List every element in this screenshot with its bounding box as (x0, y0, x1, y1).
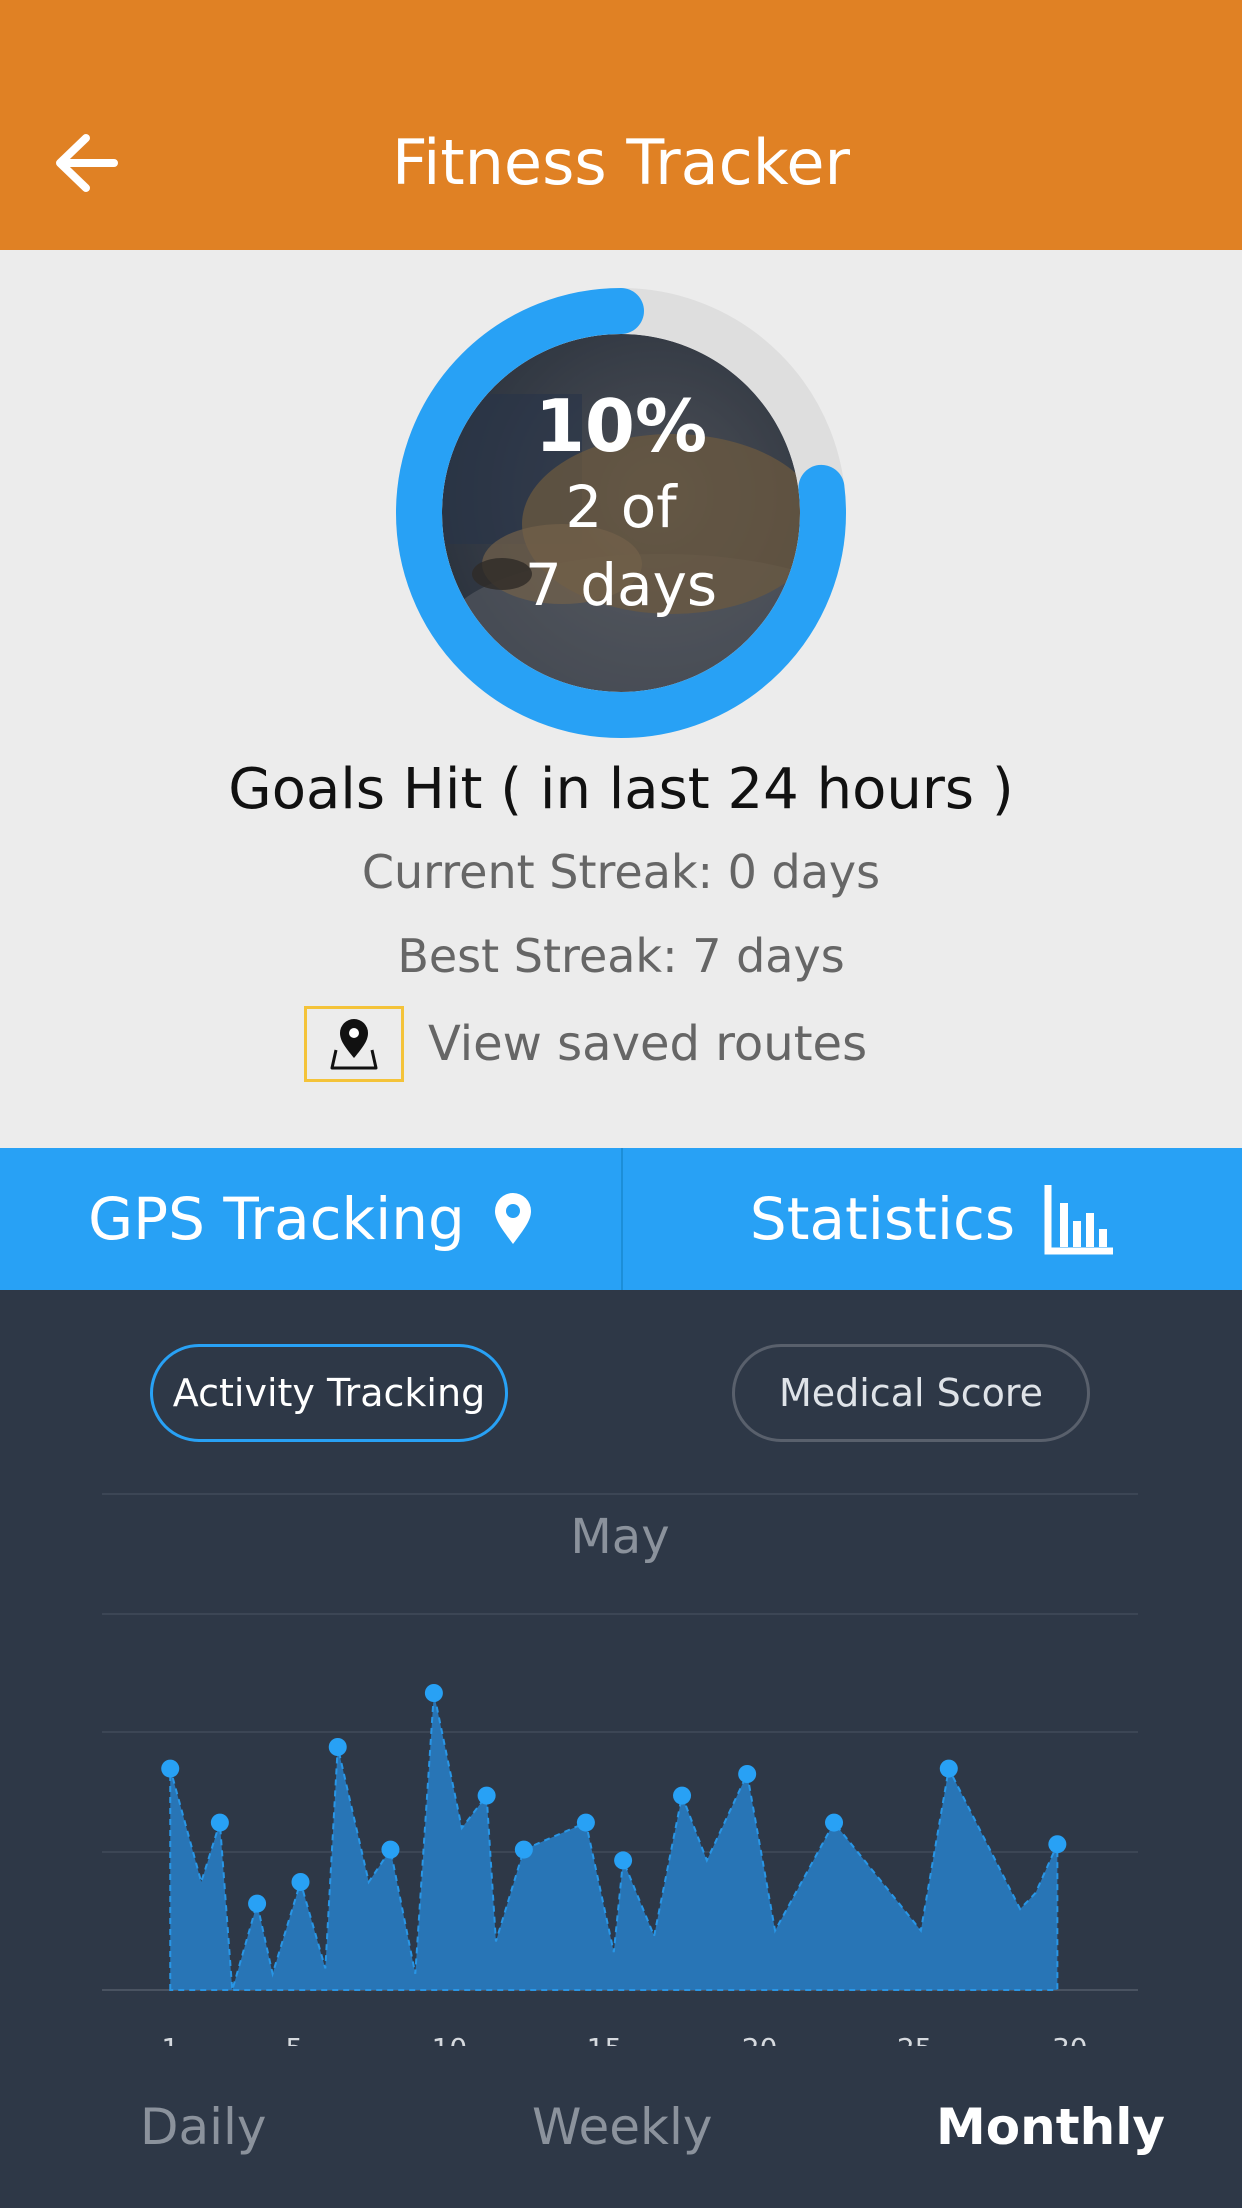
progress-ring: 10% 2 of 7 days (394, 286, 848, 740)
data-point (825, 1813, 844, 1832)
best-streak: Best Streak: 7 days (397, 929, 845, 983)
goals-title: Goals Hit ( in last 24 hours ) (228, 757, 1014, 822)
map-pin-icon (304, 1006, 404, 1082)
x-tick-label: 1 (161, 2032, 179, 2046)
activity-chart: May 151015202530 (102, 1493, 1138, 2046)
period-weekly-button[interactable]: Weekly (532, 2098, 712, 2156)
x-tick-label: 30 (1052, 2032, 1088, 2046)
activity-area (169, 1692, 1059, 1991)
data-point (161, 1759, 180, 1778)
data-point (248, 1894, 267, 1913)
statistics-panel: Activity Tracking Medical Score May 1510… (0, 1290, 1242, 2208)
data-point (673, 1786, 692, 1805)
data-point (210, 1813, 229, 1832)
data-point (514, 1840, 533, 1859)
x-tick-label: 10 (432, 2032, 468, 2046)
current-streak: Current Streak: 0 days (361, 845, 881, 899)
data-point (939, 1759, 958, 1778)
view-saved-routes-button[interactable]: View saved routes (304, 1006, 867, 1082)
goal-percent: 10% (534, 384, 708, 468)
tab-statistics-label: Statistics (749, 1185, 1016, 1253)
activity-tracking-button[interactable]: Activity Tracking (150, 1344, 508, 1442)
ring-center-text: 10% 2 of 7 days (442, 334, 800, 692)
data-point (424, 1684, 443, 1702)
data-point (477, 1786, 496, 1805)
routes-label: View saved routes (428, 1016, 868, 1072)
tab-gps-tracking[interactable]: GPS Tracking (0, 1148, 621, 1290)
data-point (738, 1765, 757, 1783)
app-header: Fitness Tracker (0, 0, 1242, 250)
data-point (381, 1840, 400, 1859)
x-tick-label: 5 (285, 2032, 303, 2046)
tab-gps-label: GPS Tracking (88, 1185, 465, 1253)
data-point (576, 1813, 595, 1832)
x-tick-label: 15 (587, 2032, 623, 2046)
tab-bar: GPS Tracking Statistics (0, 1148, 1242, 1290)
page-title: Fitness Tracker (391, 126, 851, 199)
tab-statistics[interactable]: Statistics (621, 1148, 1242, 1290)
period-daily-button[interactable]: Daily (140, 2098, 267, 2156)
bar-chart-icon (1044, 1185, 1114, 1255)
goals-section: 10% 2 of 7 days Goals Hit ( in last 24 h… (0, 250, 1242, 1148)
period-monthly-button[interactable]: Monthly (936, 2098, 1165, 2156)
goal-days-line2: 7 days (524, 551, 718, 619)
x-tick-label: 20 (742, 2032, 778, 2046)
data-point (1048, 1835, 1067, 1854)
chart-title: May (570, 1509, 669, 1565)
data-point (291, 1873, 310, 1891)
medical-score-button[interactable]: Medical Score (732, 1344, 1090, 1442)
x-tick-label: 25 (897, 2032, 933, 2046)
data-point (614, 1851, 633, 1870)
location-pin-icon (494, 1193, 531, 1244)
goal-days-line1: 2 of (565, 473, 677, 541)
data-point (328, 1738, 347, 1756)
